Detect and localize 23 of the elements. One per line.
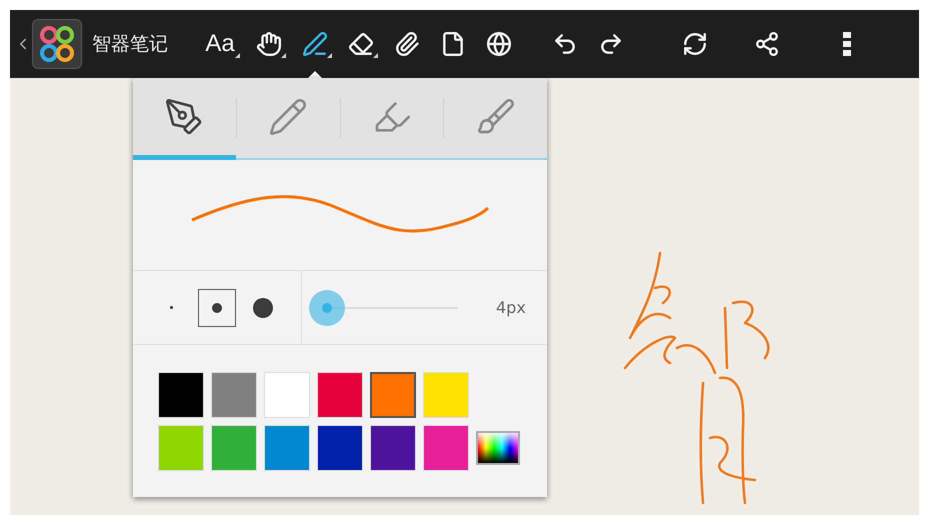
color-swatch[interactable] [370, 372, 416, 418]
app-title: 智器笔记 [92, 32, 168, 57]
color-picker-button[interactable] [476, 431, 520, 465]
web-icon [486, 31, 512, 57]
attach-icon [394, 31, 420, 57]
fountain-pen-icon [164, 96, 204, 136]
page-icon [440, 31, 466, 57]
brush-size-button[interactable] [198, 288, 236, 326]
brush-pen-icon [476, 96, 516, 136]
eraser-icon [348, 31, 374, 57]
width-reading: 4px [496, 298, 526, 317]
hand-icon [256, 31, 282, 57]
undo-icon [552, 31, 578, 57]
slider-thumb[interactable] [308, 290, 345, 326]
pen-icon [302, 31, 328, 57]
paper-canvas[interactable]: 4px [10, 78, 919, 515]
more-icon [843, 32, 851, 56]
sync-icon [682, 31, 708, 57]
app-logo-icon[interactable] [32, 19, 82, 69]
share-icon [754, 31, 780, 57]
pencil-pen-icon [268, 96, 308, 136]
redo-icon [598, 31, 624, 57]
font-button[interactable]: Aa [198, 20, 242, 68]
